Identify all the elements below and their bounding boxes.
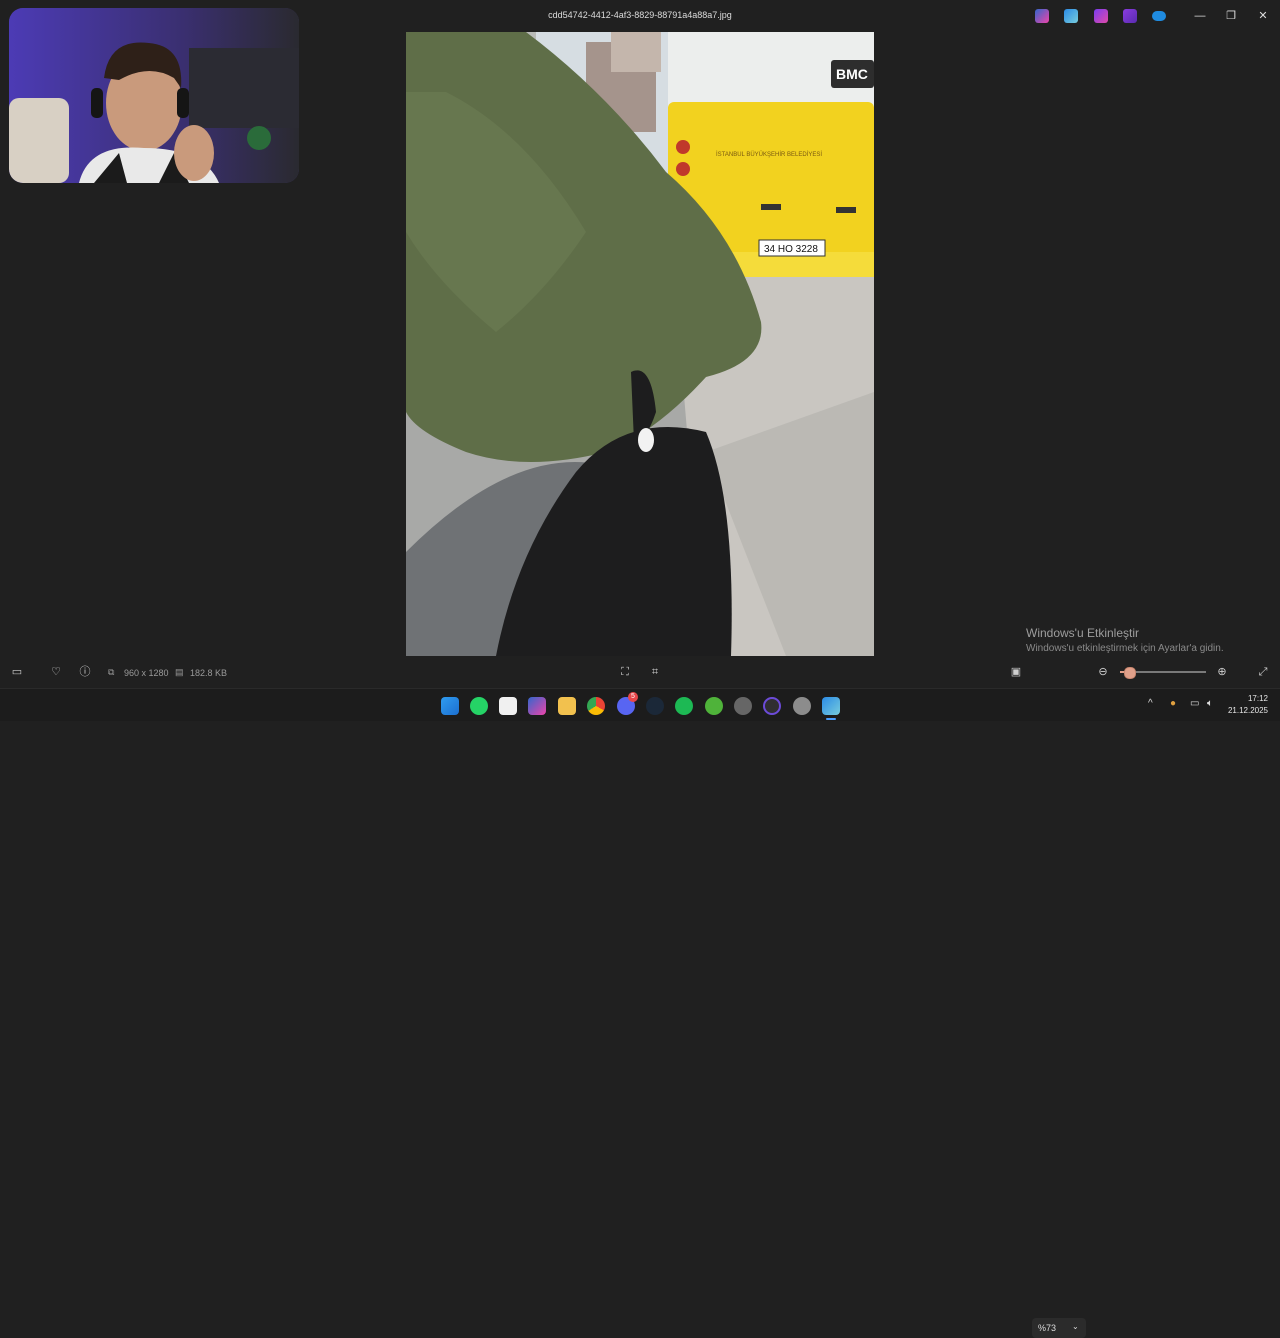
settings-gear-icon[interactable] (793, 697, 811, 715)
photo-view[interactable]: BMC İSTANBUL BÜYÜKŞEHİR BELEDİYESİ 34 HO… (406, 32, 874, 656)
zoom-slider-thumb[interactable] (1124, 667, 1136, 679)
chevron-down-icon: ⌄ (1072, 1322, 1079, 1331)
bus-plate-text: 34 HO 3228 (764, 244, 818, 255)
close-button[interactable]: ✕ (1248, 6, 1278, 26)
clock-time[interactable]: 17:12 (1240, 694, 1268, 703)
dimensions-icon: ⧉ (108, 667, 115, 677)
fullscreen-icon[interactable]: ⤢ (1255, 664, 1271, 680)
bus-logo-text: İSTANBUL BÜYÜKŞEHİR BELEDİYESİ (716, 151, 822, 158)
discord-badge: 5 (628, 692, 638, 702)
bus-brand-text: BMC (836, 66, 868, 82)
spotify-icon[interactable] (675, 697, 693, 715)
onedrive-icon[interactable] (1152, 11, 1166, 21)
steam-icon[interactable] (646, 697, 664, 715)
network-icon[interactable]: ▭ (1190, 698, 1199, 709)
whatsapp-icon[interactable] (470, 697, 488, 715)
actual-size-icon[interactable]: ▣ (1008, 664, 1024, 680)
restore-button[interactable]: ❐ (1216, 6, 1246, 26)
davinci-icon[interactable] (734, 697, 752, 715)
zoom-out-icon[interactable]: ⊖ (1095, 664, 1111, 680)
minimize-button[interactable]: — (1185, 6, 1215, 26)
chrome-icon[interactable] (587, 697, 605, 715)
photos-app-icon[interactable] (822, 697, 840, 715)
zoom-slider[interactable] (1120, 667, 1206, 679)
dimensions-text: 960 x 1280 (124, 668, 169, 678)
info-icon[interactable]: ⓘ (77, 664, 93, 680)
filmstrip-icon[interactable]: ▭ (9, 664, 25, 680)
file-explorer-icon[interactable] (558, 697, 576, 715)
zoom-select[interactable]: %73 ⌄ (1032, 1318, 1086, 1338)
filesize-text: 182.8 KB (190, 668, 228, 678)
activation-watermark-title: Windows'u Etkinleştir (1026, 626, 1139, 640)
microphone-icon[interactable]: ● (1170, 698, 1176, 709)
favorite-heart-icon[interactable]: ♡ (48, 664, 64, 680)
scan-text-icon[interactable]: ⌗ (647, 664, 663, 680)
webcam-illustration (9, 8, 299, 183)
fit-screen-icon[interactable]: ⛶ (617, 664, 633, 680)
video-editor-icon[interactable] (1123, 9, 1137, 23)
zoom-in-icon[interactable]: ⊕ (1214, 664, 1230, 680)
webcam-overlay (9, 8, 299, 183)
filesize-icon: ▤ (175, 667, 184, 677)
taskbar: 5 ^ ● ▭ 🔈︎ 17:12 21.12.2025 (0, 688, 1280, 721)
copilot-app-icon[interactable] (528, 697, 546, 715)
edit-image-icon[interactable] (1064, 9, 1078, 23)
status-bar: ▭ ♡ ⓘ ⧉ 960 x 1280 ▤ 182.8 KB ⛶ ⌗ ▣ %73 … (0, 656, 1280, 1338)
activation-watermark-subtitle: Windows'u etkinleştirmek için Ayarlar'a … (1026, 643, 1224, 654)
obs-icon[interactable] (763, 697, 781, 715)
volume-icon[interactable]: 🔈︎ (1207, 698, 1213, 709)
zoom-value: %73 (1038, 1323, 1057, 1333)
store-icon[interactable] (499, 697, 517, 715)
windows-start-icon[interactable] (441, 697, 459, 715)
clipchamp-icon[interactable] (1094, 9, 1108, 23)
utorrent-icon[interactable] (705, 697, 723, 715)
chevron-up-icon[interactable]: ^ (1148, 698, 1153, 709)
copilot-icon[interactable] (1035, 9, 1049, 23)
clock-date[interactable]: 21.12.2025 (1226, 706, 1268, 715)
photo-illustration: BMC İSTANBUL BÜYÜKŞEHİR BELEDİYESİ 34 HO… (406, 32, 874, 656)
